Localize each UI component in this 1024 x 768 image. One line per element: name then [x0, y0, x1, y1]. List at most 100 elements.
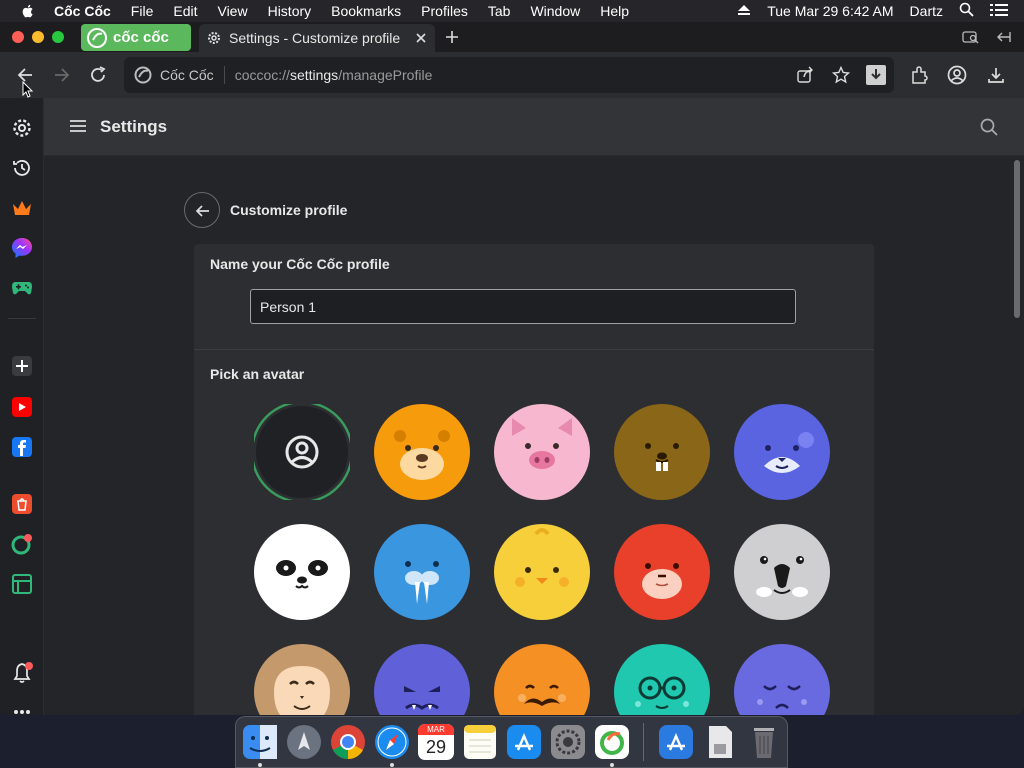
avatar-walrus[interactable] — [374, 524, 470, 620]
share-icon[interactable] — [796, 66, 814, 84]
avatar-koala[interactable] — [734, 524, 830, 620]
notes-icon[interactable] — [11, 573, 33, 595]
back-arrow-icon — [195, 205, 209, 217]
dock-divider — [643, 723, 644, 761]
app-menu-name[interactable]: Cốc Cốc — [54, 3, 111, 19]
page-subtitle: Customize profile — [230, 202, 348, 218]
omnibox-divider — [223, 66, 225, 84]
eject-icon[interactable] — [737, 3, 751, 19]
system-preferences-icon[interactable] — [550, 724, 586, 760]
crown-icon[interactable] — [11, 198, 33, 218]
search-settings-icon[interactable] — [980, 118, 998, 136]
menu-profiles[interactable]: Profiles — [421, 3, 468, 19]
youtube-icon[interactable] — [11, 396, 33, 418]
avatar-beaver[interactable] — [614, 404, 710, 500]
menu-tab[interactable]: Tab — [488, 3, 511, 19]
url-path: /manageProfile — [338, 67, 433, 83]
menu-window[interactable]: Window — [530, 3, 580, 19]
download-video-icon[interactable] — [866, 65, 886, 85]
coccoc-logo-icon — [87, 27, 107, 48]
avatar-purple-sleepy[interactable] — [734, 644, 830, 715]
more-icon[interactable] — [13, 709, 31, 715]
avatar-panda[interactable] — [254, 524, 350, 620]
avatar-pig[interactable] — [494, 404, 590, 500]
avatar-chick[interactable] — [494, 524, 590, 620]
menu-help[interactable]: Help — [600, 3, 629, 19]
menu-history[interactable]: History — [268, 3, 312, 19]
bookmark-star-icon[interactable] — [832, 66, 850, 84]
menu-view[interactable]: View — [217, 3, 247, 19]
browser-toolbar: Cốc Cốc coccoc:// settings /manageProfil… — [0, 52, 1024, 98]
user-name[interactable]: Dartz — [910, 3, 943, 19]
profile-name-input[interactable]: Person 1 — [250, 289, 796, 324]
avatar-red-panda[interactable] — [614, 524, 710, 620]
calendar-icon[interactable]: MAR 29 — [418, 724, 454, 760]
tab-search-icon[interactable] — [962, 30, 980, 44]
menu-bookmarks[interactable]: Bookmarks — [331, 3, 401, 19]
game-controller-icon[interactable] — [11, 279, 33, 297]
mouse-cursor-icon — [22, 81, 34, 98]
coccoc-green-icon[interactable] — [11, 533, 33, 555]
coccoc-home-tab[interactable]: cốc cốc — [81, 24, 191, 51]
avatar-cat[interactable] — [734, 404, 830, 500]
avatar-blue-monster[interactable] — [374, 644, 470, 715]
notes-app-icon[interactable] — [462, 724, 498, 760]
reload-icon[interactable] — [88, 65, 108, 85]
back-button[interactable] — [184, 192, 220, 228]
mac-menubar: Cốc Cốc File Edit View History Bookmarks… — [0, 0, 1024, 22]
profile-name-value: Person 1 — [260, 298, 317, 315]
profile-icon[interactable] — [947, 65, 967, 85]
avatar-monkey[interactable] — [254, 644, 350, 715]
tab-settings[interactable]: Settings - Customize profile — [199, 24, 435, 52]
mac-dock: MAR 29 — [235, 716, 788, 768]
clock[interactable]: Tue Mar 29 6:42 AM — [767, 3, 893, 19]
close-window-button[interactable] — [12, 31, 24, 43]
finder-icon[interactable] — [242, 724, 278, 760]
menu-file[interactable]: File — [131, 3, 154, 19]
forward-arrow-icon[interactable] — [52, 65, 72, 85]
menu-edit[interactable]: Edit — [173, 3, 197, 19]
avatar-default-person[interactable] — [250, 400, 354, 504]
sidebar-toggle-icon[interactable] — [996, 30, 1012, 44]
coccoc-site-icon — [134, 66, 152, 84]
avatar-bear[interactable] — [374, 404, 470, 500]
minimize-window-button[interactable] — [32, 31, 44, 43]
section-divider — [194, 349, 874, 350]
close-tab-icon[interactable] — [415, 32, 427, 44]
downloads-icon[interactable] — [986, 65, 1006, 85]
control-center-icon[interactable] — [990, 3, 1008, 20]
shopping-icon[interactable] — [11, 493, 33, 515]
address-bar[interactable]: Cốc Cốc coccoc:// settings /manageProfil… — [124, 57, 894, 93]
sidebar-divider — [8, 318, 36, 319]
messenger-icon[interactable] — [11, 237, 33, 259]
notification-bell-icon[interactable] — [11, 661, 35, 685]
launchpad-icon[interactable] — [286, 724, 322, 760]
facebook-icon[interactable] — [11, 436, 33, 458]
spotlight-icon[interactable] — [959, 2, 974, 20]
apple-icon[interactable] — [20, 3, 36, 19]
gear-icon — [208, 32, 220, 44]
zoom-window-button[interactable] — [52, 31, 64, 43]
site-label: Cốc Cốc — [160, 67, 214, 83]
history-icon[interactable] — [11, 157, 33, 179]
downloads-stack-icon[interactable] — [702, 724, 738, 760]
new-tab-icon[interactable] — [445, 30, 459, 44]
settings-gear-icon[interactable] — [11, 117, 33, 139]
avatar-teal-glasses[interactable] — [614, 644, 710, 715]
add-icon[interactable] — [11, 355, 33, 377]
chrome-icon[interactable] — [330, 724, 366, 760]
settings-header: Settings — [44, 98, 1024, 156]
scrollbar-thumb[interactable] — [1014, 160, 1020, 318]
calendar-month: MAR — [418, 724, 454, 735]
avatar-orange-mustache[interactable] — [494, 644, 590, 715]
app-store-icon[interactable] — [506, 724, 542, 760]
app-store-folder-icon[interactable] — [658, 724, 694, 760]
extensions-icon[interactable] — [909, 65, 929, 85]
coccoc-dock-icon[interactable] — [594, 724, 630, 760]
trash-icon[interactable] — [746, 724, 782, 760]
settings-page: Settings Customize profile Name your Cốc… — [44, 98, 1024, 715]
brand-label: cốc cốc — [113, 29, 169, 46]
name-section-label: Name your Cốc Cốc profile — [210, 256, 390, 272]
safari-icon[interactable] — [374, 724, 410, 760]
hamburger-menu-icon[interactable] — [69, 119, 87, 133]
